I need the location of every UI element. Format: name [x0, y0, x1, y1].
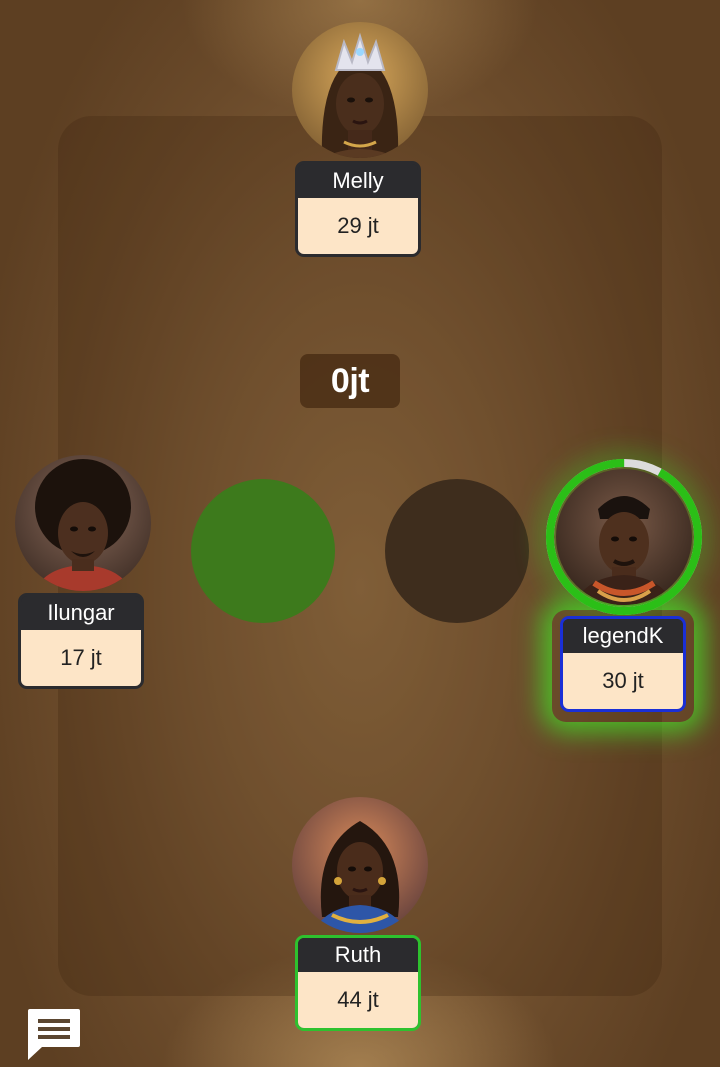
empty-seat-left[interactable]: [191, 479, 335, 623]
avatar-portrait-woman-braids: [292, 797, 428, 933]
player-name: legendK: [563, 619, 683, 653]
avatar-portrait-man-afro: [15, 455, 151, 591]
player-chips: 29 jt: [298, 198, 418, 254]
player-plate-bottom[interactable]: Ruth 44 jt: [295, 935, 421, 1031]
player-plate-left[interactable]: Ilungar 17 jt: [18, 593, 144, 689]
player-avatar-right[interactable]: [556, 469, 692, 605]
chat-bubble-icon: [28, 1009, 80, 1060]
player-name: Melly: [298, 164, 418, 198]
player-name: Ruth: [298, 938, 418, 972]
player-chips: 17 jt: [21, 630, 141, 686]
player-avatar-top[interactable]: [292, 22, 428, 158]
player-plate-right[interactable]: legendK 30 jt: [560, 616, 686, 712]
player-chips: 30 jt: [563, 653, 683, 709]
player-plate-top[interactable]: Melly 29 jt: [295, 161, 421, 257]
player-avatar-left[interactable]: [15, 455, 151, 591]
player-chips: 44 jt: [298, 972, 418, 1028]
player-avatar-bottom[interactable]: [292, 797, 428, 933]
avatar-portrait-woman-crown: [292, 22, 428, 158]
pot-amount: 0jt: [300, 354, 400, 408]
empty-seat-right[interactable]: [385, 479, 529, 623]
chat-button[interactable]: [26, 1007, 82, 1061]
avatar-portrait-man-necklace: [556, 469, 692, 605]
player-name: Ilungar: [21, 596, 141, 630]
